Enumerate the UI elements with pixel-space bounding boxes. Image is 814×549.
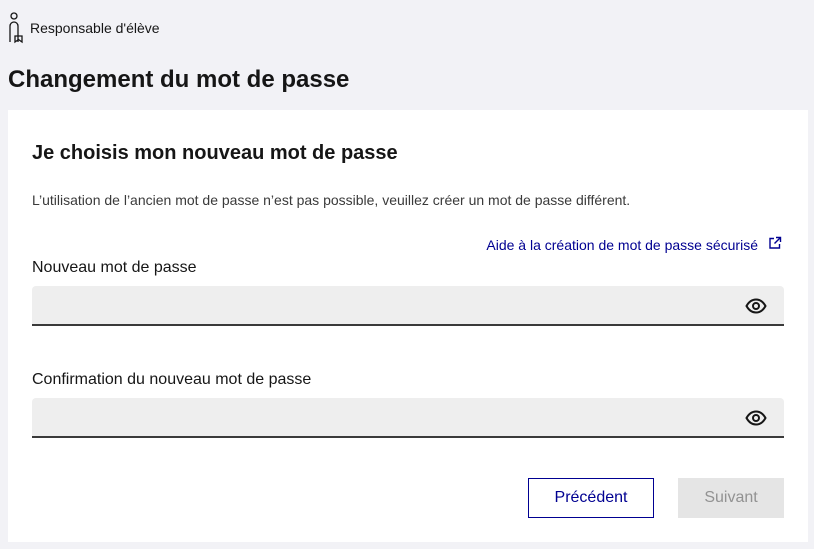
card-title: Je choisis mon nouveau mot de passe xyxy=(32,142,398,164)
password-help-link[interactable]: Aide à la création de mot de passe sécur… xyxy=(486,235,782,255)
new-password-input[interactable] xyxy=(32,286,764,324)
next-button[interactable]: Suivant xyxy=(678,478,784,518)
role-label: Responsable d'élève xyxy=(30,20,160,36)
new-password-field-container xyxy=(32,286,784,326)
page-title: Changement du mot de passe xyxy=(8,66,350,93)
password-change-card: Je choisis mon nouveau mot de passe L’ut… xyxy=(8,110,808,542)
person-badge-icon xyxy=(8,12,24,44)
external-link-icon xyxy=(768,235,782,255)
eye-icon[interactable] xyxy=(744,407,768,429)
new-password-label: Nouveau mot de passe xyxy=(32,259,197,276)
confirm-password-field-container xyxy=(32,398,784,438)
confirm-password-input[interactable] xyxy=(32,398,764,436)
confirm-password-label: Confirmation du nouveau mot de passe xyxy=(32,371,312,388)
role-indicator: Responsable d'élève xyxy=(8,12,160,44)
previous-button[interactable]: Précédent xyxy=(528,478,654,518)
password-help-link-label: Aide à la création de mot de passe sécur… xyxy=(486,237,758,253)
eye-icon[interactable] xyxy=(744,295,768,317)
card-description: L’utilisation de l’ancien mot de passe n… xyxy=(32,192,631,208)
